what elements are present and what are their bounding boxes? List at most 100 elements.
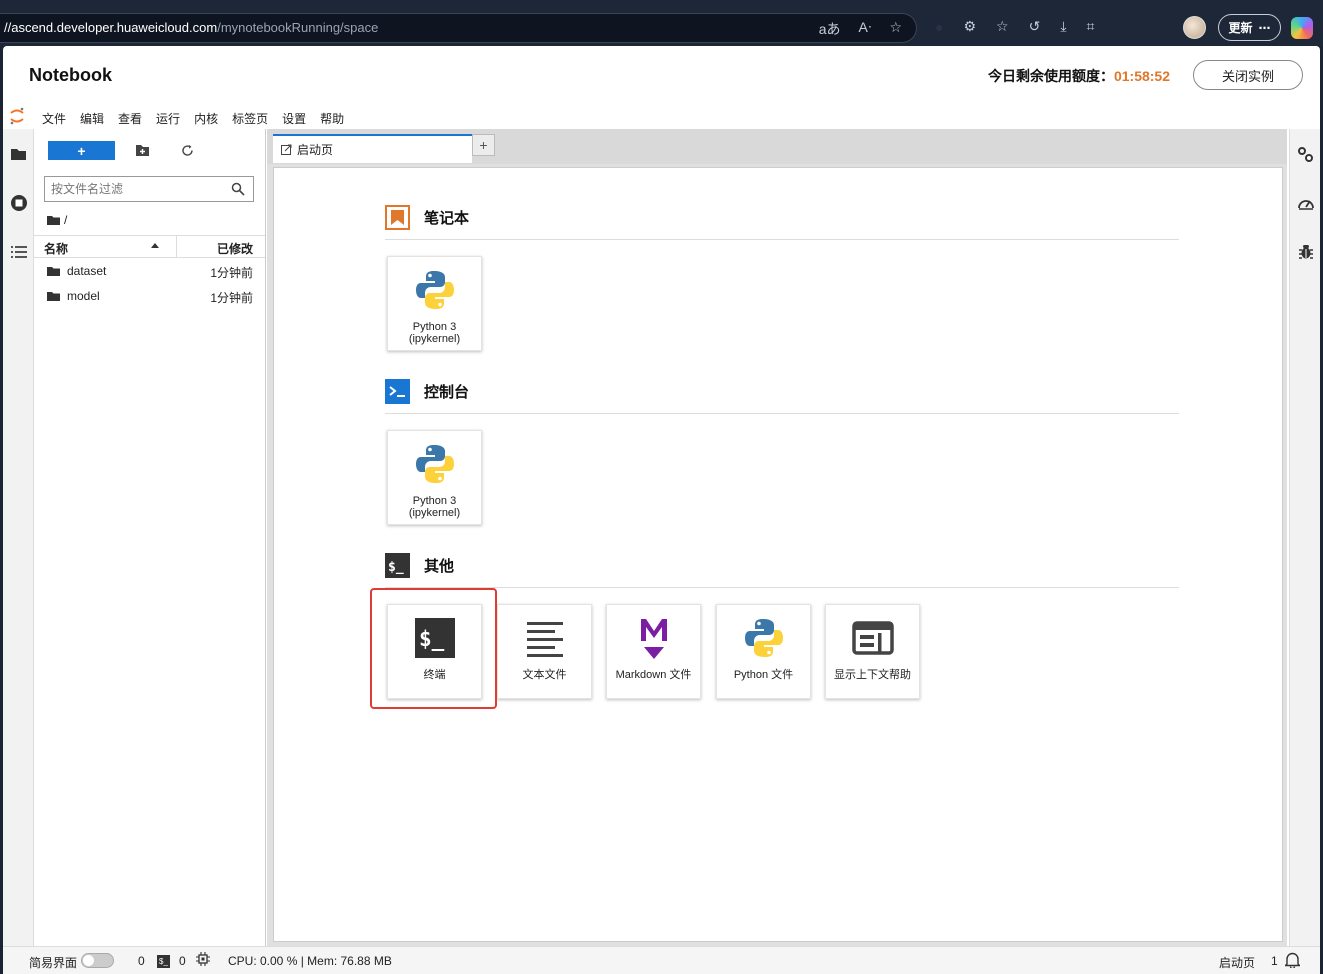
read-aloud-icon[interactable]: A͏ᐧ <box>859 19 872 39</box>
terminal-count[interactable]: 0 <box>179 954 186 968</box>
file-name: dataset <box>67 264 107 278</box>
menu-items: 文件 编辑 查看 运行 内核 标签页 设置 帮助 <box>42 110 358 127</box>
new-folder-icon[interactable] <box>134 142 150 158</box>
notification-count: 1 <box>1271 954 1278 968</box>
section-divider <box>385 413 1179 414</box>
launcher-card-context-help[interactable]: 显示上下文帮助 <box>825 604 920 699</box>
menu-run[interactable]: 运行 <box>156 110 180 127</box>
file-browser-toolbar: + <box>34 129 265 173</box>
favorite-star-icon[interactable]: ☆ <box>889 19 902 39</box>
resource-usage-icon[interactable] <box>1296 193 1315 212</box>
search-icon <box>231 182 245 196</box>
add-tab-button[interactable]: + <box>472 134 495 156</box>
menu-settings[interactable]: 设置 <box>282 110 306 127</box>
launcher-tab-icon <box>281 144 292 155</box>
quota-display: 今日剩余使用额度：01:58:52 <box>987 68 1170 84</box>
section-divider <box>385 239 1179 240</box>
notification-bell-icon[interactable] <box>1283 951 1302 971</box>
favorites-icon[interactable]: ☆ <box>996 18 1009 35</box>
property-inspector-icon[interactable] <box>1296 145 1315 164</box>
card-label: 文本文件 <box>522 669 567 681</box>
file-modified: 1分钟前 <box>210 266 253 280</box>
launcher-panel: 笔记本 Python 3 (ipykernel) 控制台 Python 3 (i… <box>273 167 1283 942</box>
file-name: model <box>67 289 100 303</box>
new-launcher-button[interactable]: + <box>48 141 115 160</box>
launcher-card-python-file[interactable]: Python 文件 <box>716 604 811 699</box>
context-help-icon <box>851 621 894 655</box>
section-title: 其他 <box>424 558 455 575</box>
address-bar[interactable]: //ascend.developer.huaweicloud.com/mynot… <box>0 13 917 43</box>
simple-mode-toggle[interactable] <box>81 953 114 968</box>
section-other: $_ 其他 <box>385 553 454 578</box>
notebook-app: Notebook 今日剩余使用额度：01:58:52 关闭实例 文件 编辑 查看… <box>3 46 1320 974</box>
table-of-contents-icon[interactable] <box>9 242 28 261</box>
filter-box <box>44 176 254 202</box>
simple-mode-label: 简易界面 <box>29 956 78 970</box>
extensions-icon[interactable]: ⚙ <box>963 18 976 35</box>
column-modified-header[interactable]: 已修改 <box>217 240 253 257</box>
file-modified: 1分钟前 <box>210 291 253 305</box>
status-bar: 简易界面 0 $_ 0 CPU: 0.00 % | Mem: 76.88 MB … <box>3 946 1320 974</box>
card-label: Python 文件 <box>733 669 794 681</box>
kernel-count[interactable]: 0 <box>138 954 145 968</box>
right-sidebar <box>1289 129 1320 946</box>
file-filter-input[interactable] <box>45 177 225 201</box>
launcher-card-python3-console[interactable]: Python 3 (ipykernel) <box>387 430 482 525</box>
section-divider <box>385 587 1179 588</box>
breadcrumb[interactable]: / <box>47 213 67 227</box>
profile-avatar[interactable] <box>1183 16 1206 39</box>
jupyter-logo-icon[interactable] <box>9 106 25 126</box>
main-area: 启动页 + 笔记本 Python 3 (ipykernel) 控制台 Pytho… <box>267 129 1287 946</box>
menu-view[interactable]: 查看 <box>118 110 142 127</box>
breadcrumb-root[interactable]: / <box>64 213 67 227</box>
python-logo-icon <box>415 271 454 309</box>
translate-icon[interactable]: aあ <box>819 19 841 39</box>
running-kernels-icon[interactable] <box>9 193 28 212</box>
tab-launcher[interactable]: 启动页 <box>273 134 472 163</box>
close-instance-button[interactable]: 关闭实例 <box>1193 60 1303 90</box>
tab-label: 启动页 <box>297 143 334 157</box>
folder-icon[interactable] <box>9 144 28 163</box>
url-text[interactable]: //ascend.developer.huaweicloud.com/mynot… <box>4 20 378 35</box>
card-label: Python 3 (ipykernel) <box>408 321 461 345</box>
menu-edit[interactable]: 编辑 <box>80 110 104 127</box>
refresh-icon[interactable] <box>179 142 195 158</box>
section-console: 控制台 <box>385 379 469 404</box>
svg-text:$_: $_ <box>388 560 404 575</box>
debugger-bug-icon[interactable] <box>1296 242 1315 261</box>
file-row[interactable]: dataset 1分钟前 <box>34 259 265 283</box>
app-title: Notebook <box>29 65 112 85</box>
history-icon[interactable]: ↺ <box>1029 18 1041 35</box>
browser-toolbar: //ascend.developer.huaweicloud.com/mynot… <box>0 0 1323 46</box>
folder-icon <box>47 292 60 301</box>
tab-bar: 启动页 + <box>267 129 1287 164</box>
screenshot-icon[interactable]: ⌗ <box>1087 18 1095 35</box>
launcher-card-python3-notebook[interactable]: Python 3 (ipykernel) <box>387 256 482 351</box>
terminal-section-icon: $_ <box>385 553 410 578</box>
copilot-icon[interactable] <box>1291 17 1313 39</box>
terminal-highlight-box <box>370 588 497 709</box>
extension-dot-icon[interactable]: ● <box>935 19 943 35</box>
column-name-header[interactable]: 名称 <box>44 240 68 257</box>
console-section-icon <box>385 379 410 404</box>
launcher-card-markdown-file[interactable]: Markdown 文件 <box>606 604 701 699</box>
menu-file[interactable]: 文件 <box>42 110 66 127</box>
card-label: 显示上下文帮助 <box>834 669 911 681</box>
downloads-icon[interactable]: ⤓ <box>1060 18 1066 35</box>
current-tab-label: 启动页 <box>1219 956 1256 970</box>
menu-tabs[interactable]: 标签页 <box>232 110 268 127</box>
markdown-icon <box>640 619 667 659</box>
section-title: 笔记本 <box>424 210 470 227</box>
update-button[interactable]: 更新 ⋯ <box>1218 14 1281 41</box>
notebook-section-icon <box>385 205 410 230</box>
card-label: Markdown 文件 <box>615 669 692 681</box>
menu-kernel[interactable]: 内核 <box>194 110 218 127</box>
file-list-header: 名称 已修改 <box>34 235 265 258</box>
launcher-card-text-file[interactable]: 文本文件 <box>497 604 592 699</box>
resource-usage-text: CPU: 0.00 % | Mem: 76.88 MB <box>228 954 392 968</box>
menu-help[interactable]: 帮助 <box>320 110 344 127</box>
column-divider[interactable] <box>176 236 177 258</box>
python-logo-icon <box>415 445 454 483</box>
card-label: Python 3 (ipykernel) <box>408 495 461 519</box>
file-row[interactable]: model 1分钟前 <box>34 284 265 308</box>
